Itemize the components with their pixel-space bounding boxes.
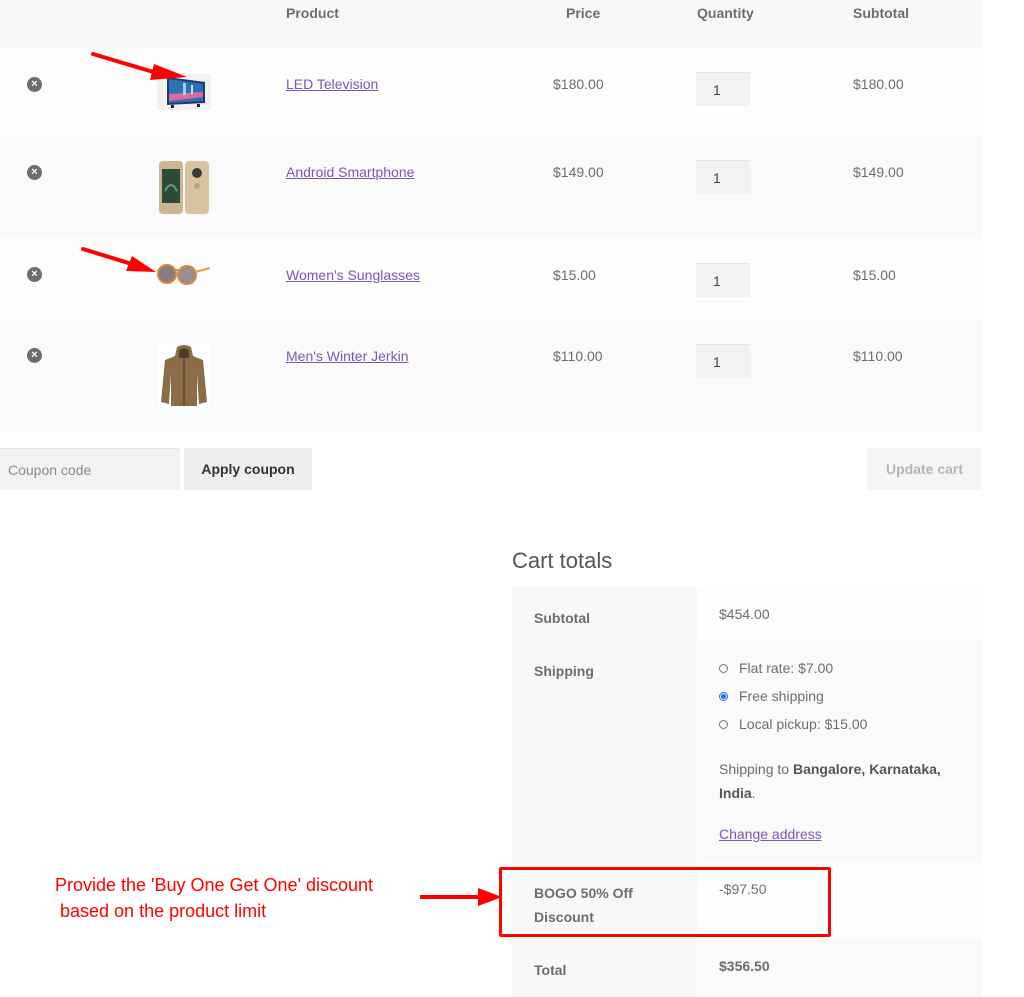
shipping-option-free[interactable]: Free shipping: [719, 686, 867, 714]
product-price: $15.00: [553, 267, 596, 283]
shipping-option-flat-rate[interactable]: Flat rate: $7.00: [719, 658, 867, 686]
product-subtotal: $15.00: [853, 267, 896, 283]
radio-unchecked-icon[interactable]: [719, 720, 728, 729]
totals-shipping-row: Shipping Flat rate: $7.00 Free shipping …: [512, 640, 982, 862]
remove-item-icon[interactable]: ×: [27, 267, 42, 282]
annotation-arrow-icon: [91, 52, 187, 80]
annotation-text: Provide the 'Buy One Get One' discount b…: [55, 875, 374, 921]
product-link[interactable]: LED Television: [286, 76, 378, 92]
cart-item-row: × Men's Winter Jerkin $110.00 $110.00: [0, 320, 982, 433]
subtotal-label: Subtotal: [534, 610, 590, 626]
column-header-product: Product: [286, 5, 339, 21]
update-cart-button[interactable]: Update cart: [867, 448, 982, 490]
remove-item-icon[interactable]: ×: [27, 77, 42, 92]
product-subtotal: $180.00: [853, 76, 904, 92]
product-link[interactable]: Android Smartphone: [286, 164, 414, 180]
product-link[interactable]: Men's Winter Jerkin: [286, 348, 408, 364]
radio-checked-icon[interactable]: [719, 692, 728, 701]
product-subtotal: $110.00: [853, 348, 903, 364]
total-label: Total: [534, 962, 567, 978]
quantity-input[interactable]: [696, 160, 750, 194]
totals-subtotal-row: Subtotal $454.00: [512, 587, 982, 640]
sunglasses-image[interactable]: [157, 261, 211, 286]
annotation-arrow-icon: [420, 888, 502, 906]
shipping-option-local-pickup[interactable]: Local pickup: $15.00: [719, 714, 867, 742]
quantity-input[interactable]: [696, 72, 750, 106]
product-price: $149.00: [553, 164, 604, 180]
cart-item-row: × Android Smartphone $149.00 $149.00: [0, 136, 982, 238]
total-value: $356.50: [719, 958, 770, 974]
column-header-quantity: Quantity: [697, 5, 754, 21]
quantity-input[interactable]: [696, 344, 750, 378]
remove-item-icon[interactable]: ×: [27, 165, 42, 180]
change-address-link[interactable]: Change address: [719, 826, 822, 842]
annotation-arrow-icon: [81, 247, 156, 272]
remove-item-icon[interactable]: ×: [27, 348, 42, 363]
annotation-highlight-box: [499, 867, 831, 937]
cart-totals-title: Cart totals: [512, 548, 613, 573]
shipping-destination: Shipping to Bangalore, Karnataka, India.: [719, 761, 941, 801]
radio-unchecked-icon[interactable]: [719, 664, 728, 673]
product-price: $110.00: [553, 348, 603, 364]
quantity-input[interactable]: [696, 263, 750, 297]
jacket-image[interactable]: [157, 344, 211, 408]
totals-total-row: Total $356.50: [512, 939, 982, 997]
apply-coupon-button[interactable]: Apply coupon: [184, 448, 312, 490]
column-header-subtotal: Subtotal: [853, 5, 909, 21]
cart-table-header: Product Price Quantity Subtotal: [0, 0, 982, 47]
product-price: $180.00: [553, 76, 604, 92]
product-subtotal: $149.00: [853, 164, 904, 180]
shipping-methods: Flat rate: $7.00 Free shipping Local pic…: [719, 658, 867, 742]
coupon-code-input[interactable]: [0, 448, 180, 490]
shipping-label: Shipping: [534, 663, 594, 679]
product-link[interactable]: Women's Sunglasses: [286, 267, 420, 283]
subtotal-value: $454.00: [719, 606, 770, 622]
smartphone-image[interactable]: [157, 161, 211, 215]
column-header-price: Price: [566, 5, 601, 21]
